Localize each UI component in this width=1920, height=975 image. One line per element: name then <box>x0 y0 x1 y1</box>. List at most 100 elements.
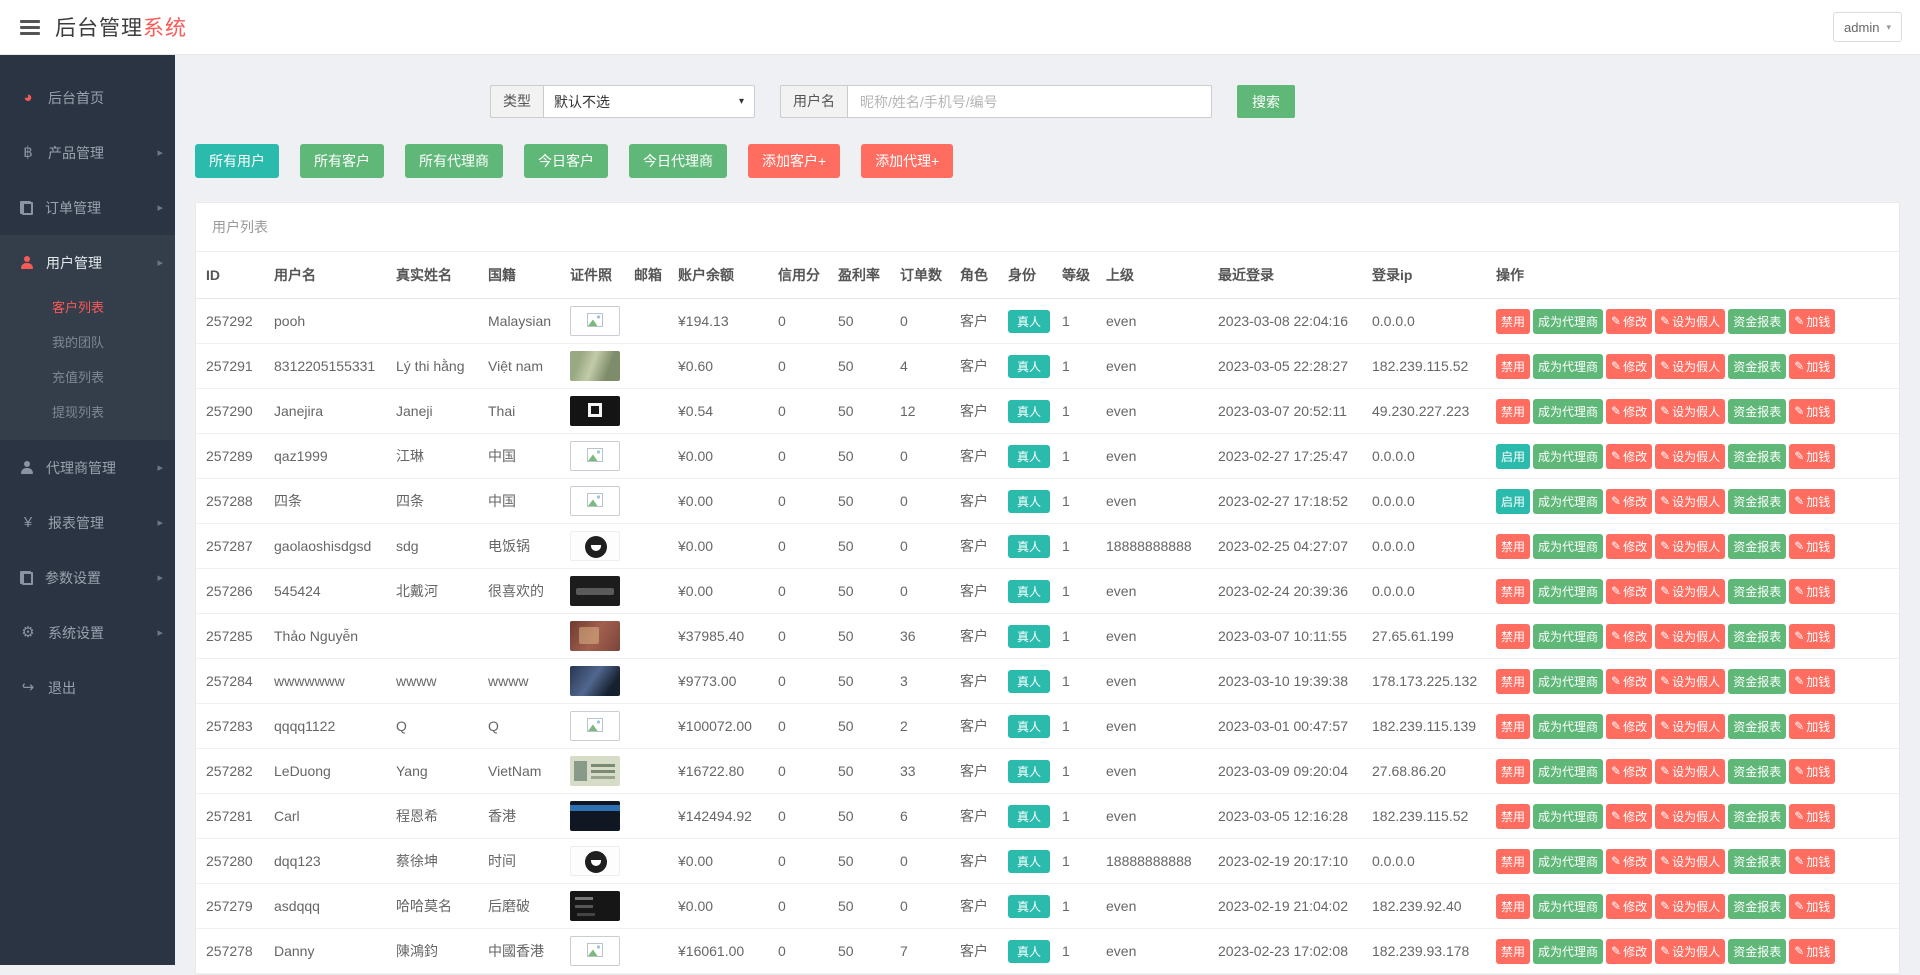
become-agent-button[interactable]: 成为代理商 <box>1533 399 1603 424</box>
set-fake-button[interactable]: ✎设为假人 <box>1655 399 1725 424</box>
edit-button[interactable]: ✎修改 <box>1606 399 1652 424</box>
sidebar-subitem-recharge-list[interactable]: 充值列表 <box>0 360 175 395</box>
become-agent-button[interactable]: 成为代理商 <box>1533 309 1603 334</box>
toggle-status-button[interactable]: 禁用 <box>1496 534 1530 559</box>
become-agent-button[interactable]: 成为代理商 <box>1533 489 1603 514</box>
sidebar-item-params[interactable]: 参数设置▸ <box>0 550 175 605</box>
toggle-status-button[interactable]: 禁用 <box>1496 354 1530 379</box>
add-money-button[interactable]: ✎加钱 <box>1789 534 1835 559</box>
edit-button[interactable]: ✎修改 <box>1606 354 1652 379</box>
all-agents-button[interactable]: 所有代理商 <box>405 144 503 178</box>
set-fake-button[interactable]: ✎设为假人 <box>1655 849 1725 874</box>
sidebar-item-agents[interactable]: 代理商管理▸ <box>0 440 175 495</box>
toggle-status-button[interactable]: 禁用 <box>1496 309 1530 334</box>
set-fake-button[interactable]: ✎设为假人 <box>1655 714 1725 739</box>
become-agent-button[interactable]: 成为代理商 <box>1533 894 1603 919</box>
all-users-button[interactable]: 所有用户 <box>195 144 279 178</box>
set-fake-button[interactable]: ✎设为假人 <box>1655 759 1725 784</box>
toggle-status-button[interactable]: 禁用 <box>1496 939 1530 964</box>
edit-button[interactable]: ✎修改 <box>1606 759 1652 784</box>
fund-report-button[interactable]: 资金报表 <box>1728 354 1786 379</box>
certificate-photo[interactable] <box>570 351 620 381</box>
sidebar-subitem-withdraw-list[interactable]: 提现列表 <box>0 395 175 430</box>
add-money-button[interactable]: ✎加钱 <box>1789 804 1835 829</box>
sidebar-subitem-customer-list[interactable]: 客户列表 <box>0 290 175 325</box>
today-agents-button[interactable]: 今日代理商 <box>629 144 727 178</box>
toggle-status-button[interactable]: 禁用 <box>1496 894 1530 919</box>
add-money-button[interactable]: ✎加钱 <box>1789 309 1835 334</box>
edit-button[interactable]: ✎修改 <box>1606 444 1652 469</box>
set-fake-button[interactable]: ✎设为假人 <box>1655 444 1725 469</box>
edit-button[interactable]: ✎修改 <box>1606 939 1652 964</box>
fund-report-button[interactable]: 资金报表 <box>1728 309 1786 334</box>
toggle-status-button[interactable]: 禁用 <box>1496 714 1530 739</box>
certificate-photo[interactable] <box>570 306 620 336</box>
edit-button[interactable]: ✎修改 <box>1606 624 1652 649</box>
set-fake-button[interactable]: ✎设为假人 <box>1655 624 1725 649</box>
certificate-photo[interactable] <box>570 576 620 606</box>
edit-button[interactable]: ✎修改 <box>1606 849 1652 874</box>
certificate-photo[interactable] <box>570 846 620 876</box>
fund-report-button[interactable]: 资金报表 <box>1728 489 1786 514</box>
user-menu[interactable]: admin ▾ <box>1833 12 1902 42</box>
toggle-status-button[interactable]: 禁用 <box>1496 579 1530 604</box>
sidebar-item-reports[interactable]: ¥报表管理▸ <box>0 495 175 550</box>
certificate-photo[interactable] <box>570 711 620 741</box>
edit-button[interactable]: ✎修改 <box>1606 804 1652 829</box>
certificate-photo[interactable] <box>570 936 620 966</box>
certificate-photo[interactable] <box>570 621 620 651</box>
add-money-button[interactable]: ✎加钱 <box>1789 444 1835 469</box>
sidebar-item-dashboard[interactable]: ◕后台首页 <box>0 70 175 125</box>
fund-report-button[interactable]: 资金报表 <box>1728 399 1786 424</box>
certificate-photo[interactable] <box>570 396 620 426</box>
toggle-status-button[interactable]: 启用 <box>1496 489 1530 514</box>
sidebar-subitem-my-team[interactable]: 我的团队 <box>0 325 175 360</box>
toggle-status-button[interactable]: 禁用 <box>1496 669 1530 694</box>
toggle-status-button[interactable]: 禁用 <box>1496 759 1530 784</box>
set-fake-button[interactable]: ✎设为假人 <box>1655 804 1725 829</box>
set-fake-button[interactable]: ✎设为假人 <box>1655 579 1725 604</box>
set-fake-button[interactable]: ✎设为假人 <box>1655 939 1725 964</box>
fund-report-button[interactable]: 资金报表 <box>1728 444 1786 469</box>
become-agent-button[interactable]: 成为代理商 <box>1533 939 1603 964</box>
fund-report-button[interactable]: 资金报表 <box>1728 894 1786 919</box>
add-money-button[interactable]: ✎加钱 <box>1789 579 1835 604</box>
set-fake-button[interactable]: ✎设为假人 <box>1655 669 1725 694</box>
add-money-button[interactable]: ✎加钱 <box>1789 714 1835 739</box>
edit-button[interactable]: ✎修改 <box>1606 714 1652 739</box>
username-input[interactable] <box>847 85 1212 118</box>
fund-report-button[interactable]: 资金报表 <box>1728 714 1786 739</box>
edit-button[interactable]: ✎修改 <box>1606 894 1652 919</box>
toggle-status-button[interactable]: 禁用 <box>1496 624 1530 649</box>
edit-button[interactable]: ✎修改 <box>1606 534 1652 559</box>
become-agent-button[interactable]: 成为代理商 <box>1533 669 1603 694</box>
become-agent-button[interactable]: 成为代理商 <box>1533 444 1603 469</box>
edit-button[interactable]: ✎修改 <box>1606 309 1652 334</box>
type-filter-select[interactable]: 默认不选 ▾ <box>543 85 755 118</box>
add-money-button[interactable]: ✎加钱 <box>1789 354 1835 379</box>
sidebar-item-users[interactable]: 用户管理▸ <box>0 235 175 290</box>
certificate-photo[interactable] <box>570 486 620 516</box>
fund-report-button[interactable]: 资金报表 <box>1728 759 1786 784</box>
sidebar-item-settings[interactable]: ⚙系统设置▸ <box>0 605 175 660</box>
add-money-button[interactable]: ✎加钱 <box>1789 669 1835 694</box>
add-money-button[interactable]: ✎加钱 <box>1789 894 1835 919</box>
set-fake-button[interactable]: ✎设为假人 <box>1655 309 1725 334</box>
certificate-photo[interactable] <box>570 756 620 786</box>
set-fake-button[interactable]: ✎设为假人 <box>1655 534 1725 559</box>
menu-toggle-icon[interactable] <box>20 17 40 38</box>
sidebar-item-logout[interactable]: ↪退出 <box>0 660 175 715</box>
certificate-photo[interactable] <box>570 801 620 831</box>
certificate-photo[interactable] <box>570 666 620 696</box>
fund-report-button[interactable]: 资金报表 <box>1728 624 1786 649</box>
toggle-status-button[interactable]: 启用 <box>1496 444 1530 469</box>
become-agent-button[interactable]: 成为代理商 <box>1533 624 1603 649</box>
fund-report-button[interactable]: 资金报表 <box>1728 849 1786 874</box>
search-button[interactable]: 搜索 <box>1237 85 1295 118</box>
set-fake-button[interactable]: ✎设为假人 <box>1655 354 1725 379</box>
fund-report-button[interactable]: 资金报表 <box>1728 579 1786 604</box>
today-customers-button[interactable]: 今日客户 <box>524 144 608 178</box>
certificate-photo[interactable] <box>570 531 620 561</box>
add-money-button[interactable]: ✎加钱 <box>1789 849 1835 874</box>
toggle-status-button[interactable]: 禁用 <box>1496 804 1530 829</box>
